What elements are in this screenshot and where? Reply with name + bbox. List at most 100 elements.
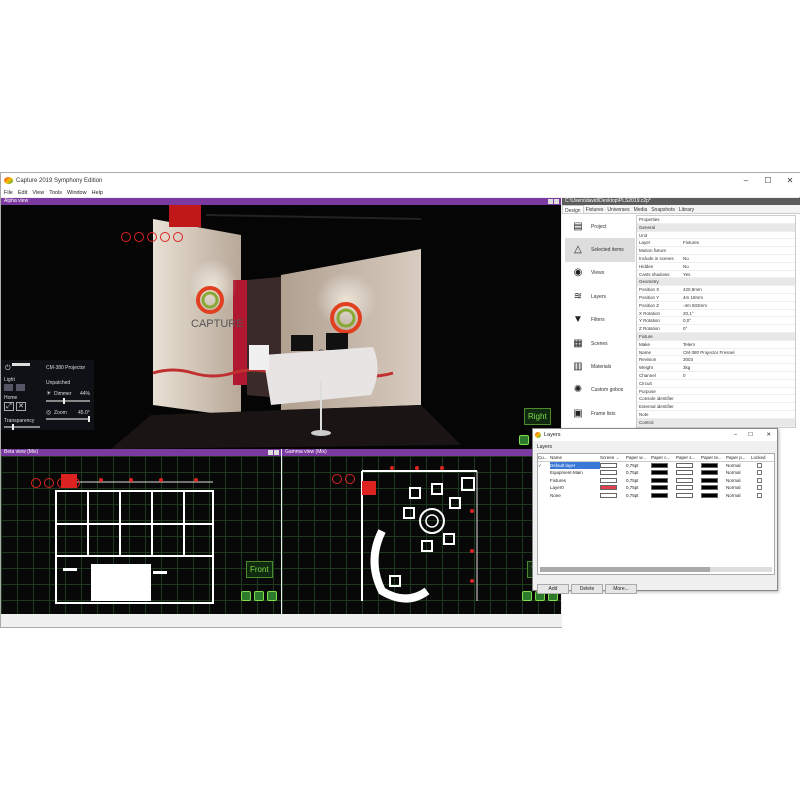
property-row[interactable]: Circuit: [637, 380, 795, 388]
gamma-view[interactable]: T: [282, 456, 561, 614]
sidebar-item-scenes[interactable]: ▦ Scenes: [565, 332, 635, 355]
property-row[interactable]: Hidden No: [637, 263, 795, 271]
layer-paper-style[interactable]: [676, 484, 701, 492]
layer-name[interactable]: Layer0: [550, 484, 600, 492]
color-swatch[interactable]: [676, 462, 693, 468]
gobo-icon[interactable]: [173, 232, 183, 242]
layer-paper-text[interactable]: [701, 492, 726, 500]
col-paper-style[interactable]: Paper s...: [676, 454, 701, 461]
sidebar-item-views[interactable]: ◉ Views: [565, 262, 635, 285]
property-section[interactable]: General: [637, 223, 795, 232]
property-row[interactable]: Motion fixture: [637, 247, 795, 255]
layer-name[interactable]: None: [550, 492, 600, 500]
col-paper-width[interactable]: Paper w...: [626, 454, 651, 461]
maximize-icon[interactable]: ☐: [748, 429, 753, 441]
property-row[interactable]: Layer Fixtures: [637, 239, 795, 248]
checkbox[interactable]: [757, 462, 762, 468]
color-swatch[interactable]: [676, 492, 693, 498]
layer-locked-checkbox[interactable]: [751, 492, 771, 500]
property-value[interactable]: Fixtures: [683, 239, 795, 246]
property-value[interactable]: [683, 380, 795, 387]
col-paper-pattern[interactable]: Paper p...: [726, 454, 751, 461]
property-row[interactable]: Unit: [637, 232, 795, 240]
pan-icon[interactable]: [134, 232, 144, 242]
layer-row[interactable]: Layer0 0,75pt Normal: [538, 484, 774, 492]
color-swatch[interactable]: [651, 492, 668, 498]
color-swatch[interactable]: [651, 470, 668, 476]
view-close-icon[interactable]: [274, 450, 279, 455]
layer-paper-style[interactable]: [676, 492, 701, 500]
property-value[interactable]: 0,0°: [683, 317, 795, 324]
property-row[interactable]: Casts shadows Yes: [637, 271, 795, 279]
color-swatch[interactable]: [676, 477, 693, 483]
color-swatch[interactable]: [676, 485, 693, 491]
zoom-icon[interactable]: [267, 591, 277, 601]
layer-paper-text[interactable]: [701, 469, 726, 477]
property-row[interactable]: Revision 3003: [637, 356, 795, 365]
layer-paper-style[interactable]: [676, 469, 701, 477]
color-swatch[interactable]: [651, 477, 668, 483]
property-row[interactable]: Include in scenes No: [637, 255, 795, 263]
property-value[interactable]: [683, 411, 795, 418]
layer-paper-text[interactable]: [701, 477, 726, 485]
property-value[interactable]: No: [683, 263, 795, 270]
color-swatch[interactable]: [600, 470, 617, 476]
layer-current-check[interactable]: [538, 469, 550, 477]
light-off-button[interactable]: [16, 384, 25, 391]
col-screen-color[interactable]: Screen ...: [600, 454, 626, 461]
dimmer-slider[interactable]: [46, 398, 90, 404]
layer-name[interactable]: Default layer: [550, 461, 600, 469]
layer-locked-checkbox[interactable]: [751, 469, 771, 477]
layer-row[interactable]: ✓ Default layer 0,75pt Normal: [538, 461, 774, 470]
property-row[interactable]: Weight 3kg: [637, 364, 795, 372]
layer-locked-checkbox[interactable]: [751, 484, 771, 492]
property-value[interactable]: [683, 247, 795, 254]
property-row[interactable]: X Rotation 20,1°: [637, 310, 795, 318]
property-value[interactable]: [659, 278, 795, 285]
view-restore-icon[interactable]: [548, 199, 553, 204]
property-row[interactable]: Console identifier: [637, 395, 795, 404]
menu-window[interactable]: Window: [67, 190, 87, 196]
more-button[interactable]: More...: [605, 584, 637, 594]
property-value[interactable]: [654, 419, 795, 426]
col-name[interactable]: Name: [550, 454, 600, 461]
property-section[interactable]: Fixture: [637, 332, 795, 341]
property-value[interactable]: [653, 333, 795, 340]
horizontal-scrollbar[interactable]: [540, 567, 772, 572]
add-layer-button[interactable]: Add: [537, 584, 569, 594]
hand-icon[interactable]: [254, 591, 264, 601]
view-orientation-label[interactable]: Front: [246, 561, 273, 578]
menu-file[interactable]: File: [4, 190, 13, 196]
property-row[interactable]: External identifier: [637, 403, 795, 411]
menu-edit[interactable]: Edit: [18, 190, 27, 196]
sidebar-item-filters[interactable]: ▼ Filters: [565, 309, 635, 332]
layer-paper-pattern[interactable]: Normal: [726, 462, 751, 470]
property-row[interactable]: Note: [637, 411, 795, 419]
property-value[interactable]: 420,9mm: [683, 286, 795, 293]
power-icon[interactable]: [57, 478, 67, 488]
layer-paper-width[interactable]: 0,75pt: [626, 469, 651, 477]
layer-screen-color[interactable]: [600, 492, 626, 500]
color-icon[interactable]: [70, 478, 80, 488]
beta-view[interactable]: Front: [1, 456, 281, 614]
sidebar-item-custom-gobos[interactable]: ✺ Custom gobos: [565, 379, 635, 402]
pan-icon[interactable]: [44, 478, 54, 488]
sidebar-item-frame-lists[interactable]: ▣ Frame lists: [565, 402, 635, 425]
color-swatch[interactable]: [600, 492, 617, 498]
layer-paper-width[interactable]: 0,75pt: [626, 484, 651, 492]
property-row[interactable]: Position Z -4m 503mm: [637, 302, 795, 310]
close-icon[interactable]: ✕: [766, 429, 771, 441]
layer-current-check[interactable]: [538, 477, 550, 485]
property-value[interactable]: Telem: [683, 341, 795, 348]
property-row[interactable]: Make Telem: [637, 341, 795, 349]
focus-icon[interactable]: [31, 478, 41, 488]
property-value[interactable]: [683, 395, 795, 402]
camera-icon[interactable]: [241, 591, 251, 601]
transparency-slider[interactable]: [4, 424, 40, 430]
col-locked[interactable]: Locked: [751, 454, 771, 461]
color-swatch[interactable]: [701, 492, 718, 498]
camera-icon[interactable]: [522, 591, 532, 601]
color-swatch[interactable]: [676, 470, 693, 476]
property-value[interactable]: 4m 18mm: [683, 294, 795, 301]
collapse-icon[interactable]: ✕: [16, 402, 26, 411]
